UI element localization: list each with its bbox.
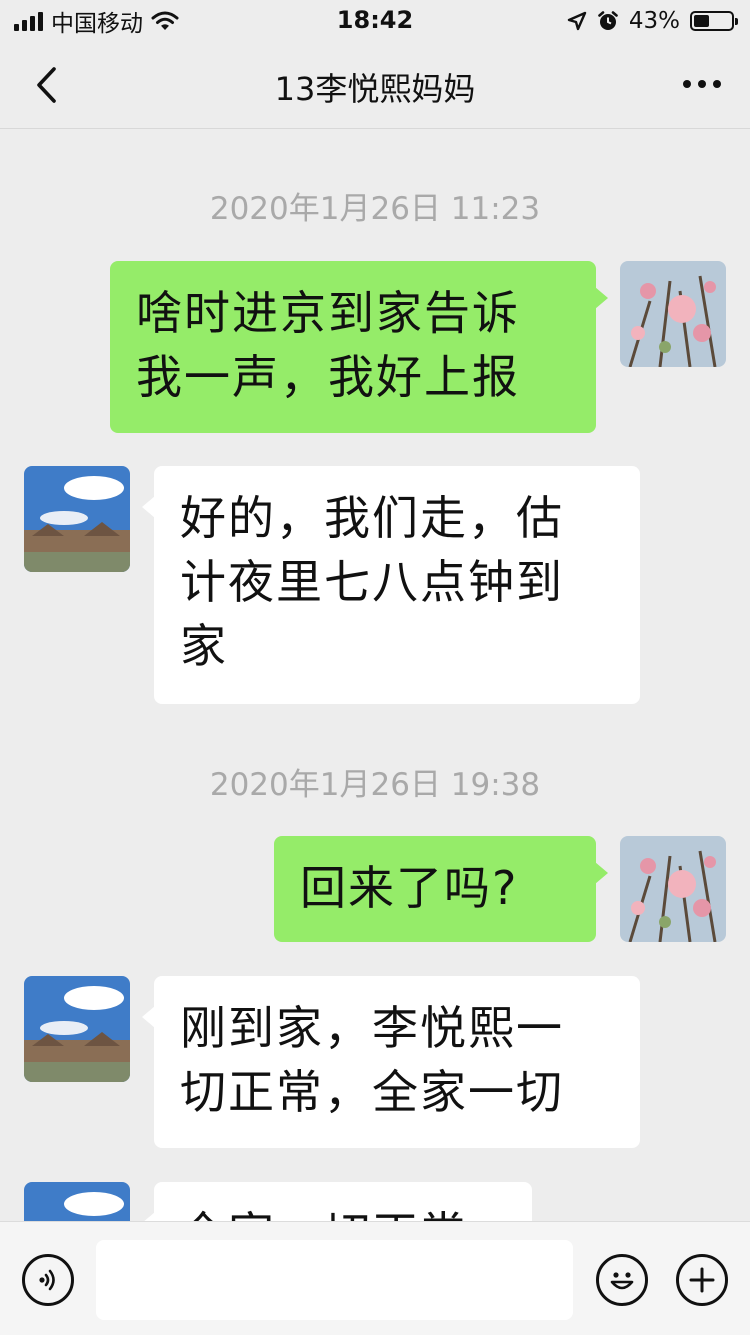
message-line: 好的，我们走，估 [180, 491, 564, 545]
contact-avatar[interactable] [24, 466, 130, 572]
message-line: 啥时进京到家告诉 [136, 286, 520, 340]
message-line: 切正常，全家一切 [180, 1065, 564, 1119]
voice-button[interactable] [22, 1254, 74, 1306]
message-bubble-me[interactable]: 啥时进京到家告诉 我一声，我好上报 [110, 261, 608, 433]
emoji-button[interactable] [596, 1254, 648, 1306]
status-right: 43% [567, 6, 738, 36]
message-timestamp: 2020年1月26日 19:38 [209, 767, 541, 803]
more-icon [683, 80, 721, 88]
plus-button[interactable] [676, 1254, 728, 1306]
message-input[interactable] [96, 1240, 573, 1320]
message-bubble-other[interactable]: 刚到家，李悦熙一 切正常，全家一切 [142, 976, 640, 1148]
message-line: 我一声，我好上报 [136, 350, 520, 404]
message-bubble-other[interactable]: 全家一切正常 [142, 1182, 532, 1221]
emoji-icon [610, 1272, 634, 1290]
voice-icon [39, 1269, 55, 1291]
message-bubble-other[interactable]: 好的，我们走，估 计夜里七八点钟到 家 [142, 466, 640, 704]
more-button[interactable] [674, 62, 730, 106]
alarm-icon [598, 11, 618, 30]
message-line: 全家一切正常 [180, 1202, 506, 1221]
message-line: 家 [180, 619, 228, 673]
chat-title: 13李悦熙妈妈 [274, 70, 476, 108]
message-line: 刚到家，李悦熙一 [180, 1001, 564, 1055]
location-icon [567, 11, 587, 31]
chat-area[interactable]: 2020年1月26日 11:23 啥时进京到家告诉 我一声，我好上报 好的，我们… [0, 129, 750, 1221]
message-line: 计夜里七八点钟到 [180, 555, 564, 609]
battery-icon [690, 11, 738, 31]
message-timestamp: 2020年1月26日 11:23 [209, 191, 541, 227]
message-bubble-me[interactable]: 回来了吗? [274, 836, 608, 942]
plus-icon [689, 1267, 715, 1293]
my-avatar[interactable] [620, 836, 726, 942]
message-line: 回来了吗? [300, 861, 519, 915]
contact-avatar[interactable] [24, 1182, 130, 1221]
input-bar [0, 1221, 750, 1335]
status-bar: 中国移动 18:42 43% [0, 0, 750, 42]
nav-bar: 13李悦熙妈妈 [0, 42, 750, 129]
my-avatar[interactable] [620, 261, 726, 367]
battery-percent: 43% [628, 8, 680, 34]
contact-avatar[interactable] [24, 976, 130, 1082]
